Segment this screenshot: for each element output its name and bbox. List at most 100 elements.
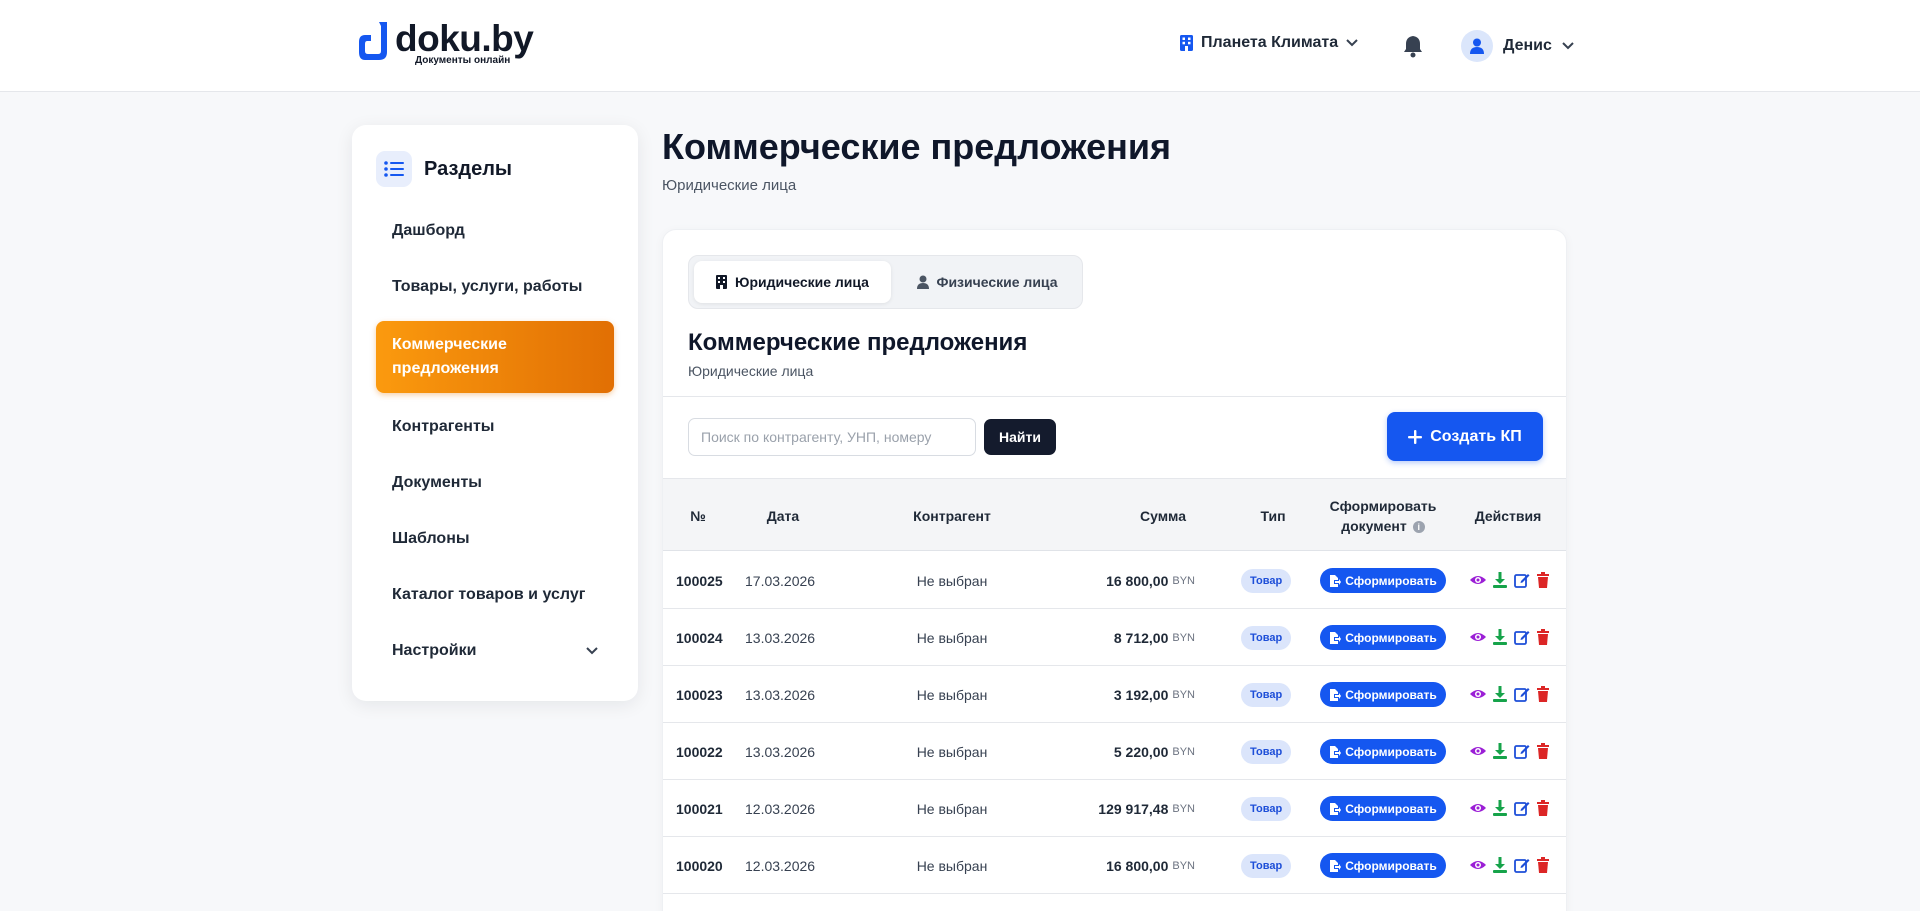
card-subtitle: Юридические лица xyxy=(688,363,814,379)
table-row[interactable]: 100024 13.03.2026 Не выбран 8 712,00 BYN Това… xyxy=(663,609,1566,666)
type-badge: Товар xyxy=(1241,740,1292,764)
building-icon xyxy=(1180,35,1193,51)
download-icon[interactable] xyxy=(1492,629,1508,645)
file-export-icon xyxy=(1330,802,1342,815)
cell-date: 12.03.2026 xyxy=(745,800,816,817)
delete-icon[interactable] xyxy=(1535,743,1551,759)
sidebar-item-counterparties[interactable]: Контрагенты xyxy=(376,407,614,447)
download-icon[interactable] xyxy=(1492,857,1508,873)
tab-legal-entities[interactable]: Юридические лица xyxy=(694,261,891,303)
view-icon[interactable] xyxy=(1470,572,1486,588)
file-export-icon xyxy=(1330,688,1342,701)
bell-icon[interactable] xyxy=(1402,34,1424,58)
company-selector[interactable]: Планета Климата xyxy=(1180,34,1358,52)
sum-currency: BYN xyxy=(1172,574,1195,587)
cell-num: 100020 xyxy=(676,857,723,874)
edit-icon[interactable] xyxy=(1514,629,1530,645)
th-generate-line2: документ xyxy=(1341,517,1407,534)
create-offer-button[interactable]: Создать КП xyxy=(1387,412,1543,461)
th-sum[interactable]: Сумма xyxy=(1083,479,1243,552)
cell-date: 13.03.2026 xyxy=(745,629,816,646)
logo-title: doku.by xyxy=(395,18,534,59)
generate-label: Сформировать xyxy=(1345,630,1437,645)
th-generate: Сформировать документ i xyxy=(1318,479,1448,552)
generate-label: Сформировать xyxy=(1345,687,1437,702)
sum-currency: BYN xyxy=(1172,631,1195,644)
table-row[interactable]: 100025 17.03.2026 Не выбран 16 800,00 BYN Тов… xyxy=(663,552,1566,609)
view-icon[interactable] xyxy=(1470,857,1486,873)
delete-icon[interactable] xyxy=(1535,800,1551,816)
delete-icon[interactable] xyxy=(1535,572,1551,588)
th-actions: Действия xyxy=(1474,507,1542,524)
th-num[interactable]: № xyxy=(688,479,708,552)
generate-button[interactable]: Сформировать xyxy=(1320,739,1446,764)
cell-counterparty: Не выбран xyxy=(916,686,988,703)
table-row[interactable]: 100023 13.03.2026 Не выбран 3 192,00 BYN Това… xyxy=(663,666,1566,723)
sidebar-item-settings[interactable]: Настройки xyxy=(376,631,614,671)
logo-icon xyxy=(359,22,387,60)
th-counterparty[interactable]: Контрагент xyxy=(863,479,1041,552)
tab-label: Юридические лица xyxy=(735,274,869,290)
sidebar-item-offers[interactable]: Коммерческие предложения xyxy=(376,321,614,393)
sidebar-item-goods[interactable]: Товары, услуги, работы xyxy=(376,267,614,307)
table-row[interactable]: 100020 12.03.2026 Не выбран 16 800,00 BYN Тов… xyxy=(663,837,1566,894)
edit-icon[interactable] xyxy=(1514,686,1530,702)
th-type[interactable]: Тип xyxy=(1233,479,1313,552)
sum-value: 5 220,00 xyxy=(1113,743,1169,760)
cell-num: 100022 xyxy=(676,743,723,760)
chevron-down-icon xyxy=(1346,39,1358,47)
sidebar-item-label: Документы xyxy=(392,474,482,491)
create-offer-label: Создать КП xyxy=(1430,427,1522,445)
download-icon[interactable] xyxy=(1492,800,1508,816)
generate-button[interactable]: Сформировать xyxy=(1320,682,1446,707)
edit-icon[interactable] xyxy=(1514,572,1530,588)
delete-icon[interactable] xyxy=(1535,686,1551,702)
logo[interactable]: doku.by Документы онлайн xyxy=(357,18,534,66)
sidebar-item-label: Товары, услуги, работы xyxy=(392,278,583,295)
view-icon[interactable] xyxy=(1470,629,1486,645)
view-icon[interactable] xyxy=(1470,686,1486,702)
download-icon[interactable] xyxy=(1492,572,1508,588)
company-name: Планета Климата xyxy=(1201,34,1339,51)
delete-icon[interactable] xyxy=(1535,629,1551,645)
chevron-down-icon xyxy=(1562,42,1574,50)
table-row[interactable]: 100021 12.03.2026 Не выбран 129 917,48 BYN То… xyxy=(663,780,1566,837)
user-menu[interactable]: Денис xyxy=(1461,30,1574,62)
search-input[interactable] xyxy=(688,418,976,456)
tab-individuals[interactable]: Физические лица xyxy=(897,261,1077,303)
th-date[interactable]: Дата xyxy=(753,479,813,552)
sum-value: 3 192,00 xyxy=(1113,686,1169,703)
edit-icon[interactable] xyxy=(1514,800,1530,816)
sum-currency: BYN xyxy=(1172,688,1195,701)
cell-counterparty: Не выбран xyxy=(916,800,988,817)
cell-date: 13.03.2026 xyxy=(745,686,816,703)
info-icon[interactable]: i xyxy=(1412,520,1425,533)
sidebar-item-catalog[interactable]: Каталог товаров и услуг xyxy=(376,575,614,615)
cell-date: 13.03.2026 xyxy=(745,743,816,760)
delete-icon[interactable] xyxy=(1535,857,1551,873)
generate-button[interactable]: Сформировать xyxy=(1320,853,1446,878)
sidebar: Разделы Дашборд Товары, услуги, работы К… xyxy=(352,125,638,701)
download-icon[interactable] xyxy=(1492,686,1508,702)
sidebar-item-label: Каталог товаров и услуг xyxy=(392,586,586,603)
generate-button[interactable]: Сформировать xyxy=(1320,625,1446,650)
cell-sum: 129 917,48 BYN xyxy=(1043,780,1195,837)
cell-sum: 3 192,00 BYN xyxy=(1043,666,1195,723)
table-header: № Дата Контрагент Сумма Тип Сформировать… xyxy=(663,478,1566,551)
download-icon[interactable] xyxy=(1492,743,1508,759)
edit-icon[interactable] xyxy=(1514,743,1530,759)
tab-label: Физические лица xyxy=(936,274,1058,290)
view-icon[interactable] xyxy=(1470,800,1486,816)
sidebar-item-templates[interactable]: Шаблоны xyxy=(376,519,614,559)
generate-label: Сформировать xyxy=(1345,573,1437,588)
generate-button[interactable]: Сформировать xyxy=(1320,796,1446,821)
edit-icon[interactable] xyxy=(1514,857,1530,873)
table-row[interactable]: 100022 13.03.2026 Не выбран 5 220,00 BYN Това… xyxy=(663,723,1566,780)
cell-sum: 8 712,00 BYN xyxy=(1043,609,1195,666)
view-icon[interactable] xyxy=(1470,743,1486,759)
generate-button[interactable]: Сформировать xyxy=(1320,568,1446,593)
sidebar-item-dashboard[interactable]: Дашборд xyxy=(376,211,614,251)
sidebar-item-label: Коммерческие предложения xyxy=(392,336,507,377)
sidebar-item-documents[interactable]: Документы xyxy=(376,463,614,503)
find-button[interactable]: Найти xyxy=(984,419,1056,455)
